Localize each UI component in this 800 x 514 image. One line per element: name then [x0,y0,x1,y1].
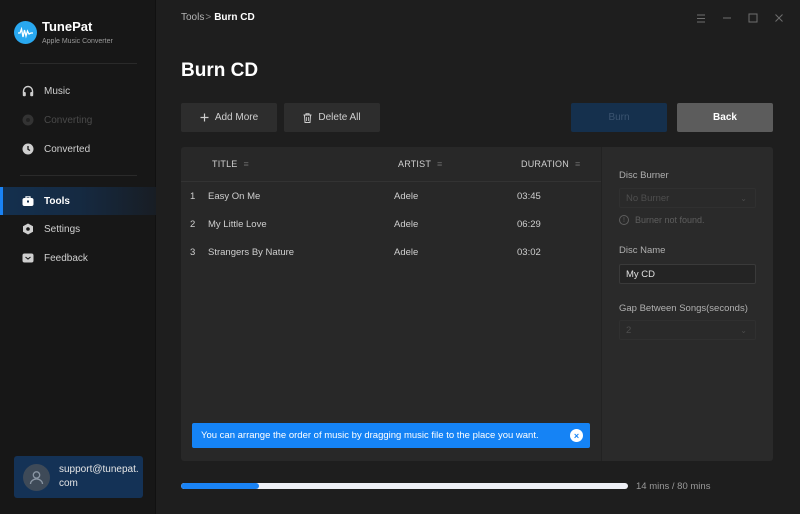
sidebar-item-feedback[interactable]: Feedback [0,244,156,272]
table-row[interactable]: 3 Strangers By Nature Adele 03:02 [181,238,601,266]
sort-icon[interactable]: ≡ [244,159,249,169]
minimize-button[interactable] [719,10,735,26]
app-subtitle: Apple Music Converter [42,38,113,45]
disc-name-label: Disc Name [619,245,666,256]
sidebar-item-label: Tools [44,195,70,207]
add-more-button[interactable]: Add More [181,103,277,132]
row-index: 3 [190,247,196,258]
gap-label: Gap Between Songs(seconds) [619,303,748,314]
table-row[interactable]: 1 Easy On Me Adele 03:45 [181,182,601,210]
sidebar-item-music[interactable]: Music [0,77,156,105]
row-artist: Adele [394,191,419,202]
plus-icon [200,113,209,122]
clock-icon [21,143,34,156]
mail-icon [21,252,34,265]
sidebar-item-label: Music [44,85,71,97]
sidebar-item-label: Converted [44,143,91,155]
close-window-button[interactable] [771,10,787,26]
menu-button[interactable] [693,10,709,26]
table-row[interactable]: 2 My Little Love Adele 06:29 [181,210,601,238]
notice-text: You can arrange the order of music by dr… [201,430,539,441]
sidebar-divider [20,175,137,176]
row-index: 1 [190,191,196,202]
burn-button[interactable]: Burn [571,103,667,132]
avatar [23,463,50,491]
row-title: Easy On Me [208,191,261,202]
row-artist: Adele [394,247,419,258]
disc-capacity-bar [181,483,628,489]
converting-icon [21,114,34,127]
close-notice-icon[interactable]: × [570,429,583,442]
menu-icon [697,14,705,22]
sidebar: TunePat Apple Music Converter Music Conv… [0,0,156,514]
row-artist: Adele [394,219,419,230]
maximize-icon [748,13,758,23]
disc-burner-select[interactable]: No Burner ⌄ [619,188,756,208]
brand: TunePat Apple Music Converter [14,20,113,45]
sidebar-item-tools[interactable]: Tools [0,187,156,215]
user-account-card[interactable]: support@tunepat.com [14,456,143,498]
sort-icon[interactable]: ≡ [437,159,442,169]
sidebar-item-converting[interactable]: Converting [0,106,156,134]
sort-icon[interactable]: ≡ [575,159,580,169]
breadcrumb-separator: > [205,12,212,23]
maximize-button[interactable] [745,10,761,26]
track-table: TITLE ≡ ARTIST ≡ DURATION ≡ 1 Easy On Me… [181,147,601,461]
column-artist[interactable]: ARTIST ≡ [398,159,443,169]
breadcrumb-current: Burn CD [214,12,255,23]
trash-icon [303,112,312,123]
row-title: My Little Love [208,219,267,230]
page-title: Burn CD [181,60,259,81]
row-title: Strangers By Nature [208,247,295,258]
sidebar-item-label: Settings [44,223,81,235]
toolbox-icon [21,195,34,208]
info-icon: ! [619,215,629,225]
column-title[interactable]: TITLE ≡ [212,159,249,169]
disc-capacity-text: 14 mins / 80 mins [636,481,711,492]
delete-all-button[interactable]: Delete All [284,103,380,132]
breadcrumb-parent[interactable]: Tools [181,12,204,23]
column-duration[interactable]: DURATION ≡ [521,159,580,169]
disc-capacity-fill [181,483,260,489]
burner-warning: ! Burner not found. [619,215,705,225]
sidebar-divider [20,63,137,64]
user-icon [29,470,44,484]
user-email: support@tunepat.com [59,464,139,489]
app-name: TunePat [42,19,93,34]
gap-select[interactable]: 2 ⌄ [619,320,756,340]
row-duration: 03:45 [517,191,541,202]
sidebar-item-converted[interactable]: Converted [0,135,156,163]
disc-burner-label: Disc Burner [619,170,669,181]
drag-hint-notice: You can arrange the order of music by dr… [192,423,590,448]
minimize-icon [723,17,731,19]
breadcrumb: Tools > Burn CD [181,12,255,23]
sidebar-item-label: Converting [44,114,93,126]
table-header: TITLE ≡ ARTIST ≡ DURATION ≡ [181,147,601,182]
back-button[interactable]: Back [677,103,773,132]
sidebar-item-settings[interactable]: Settings [0,215,156,243]
row-index: 2 [190,219,196,230]
chevron-down-icon: ⌄ [740,194,747,203]
row-duration: 03:02 [517,247,541,258]
close-icon [775,14,783,22]
headphones-icon [21,85,34,98]
chevron-down-icon: ⌄ [740,326,747,335]
row-duration: 06:29 [517,219,541,230]
sidebar-item-label: Feedback [44,252,88,264]
tunepat-logo-icon [14,21,37,44]
gear-icon [21,223,34,236]
disc-name-input[interactable]: My CD [619,264,756,284]
